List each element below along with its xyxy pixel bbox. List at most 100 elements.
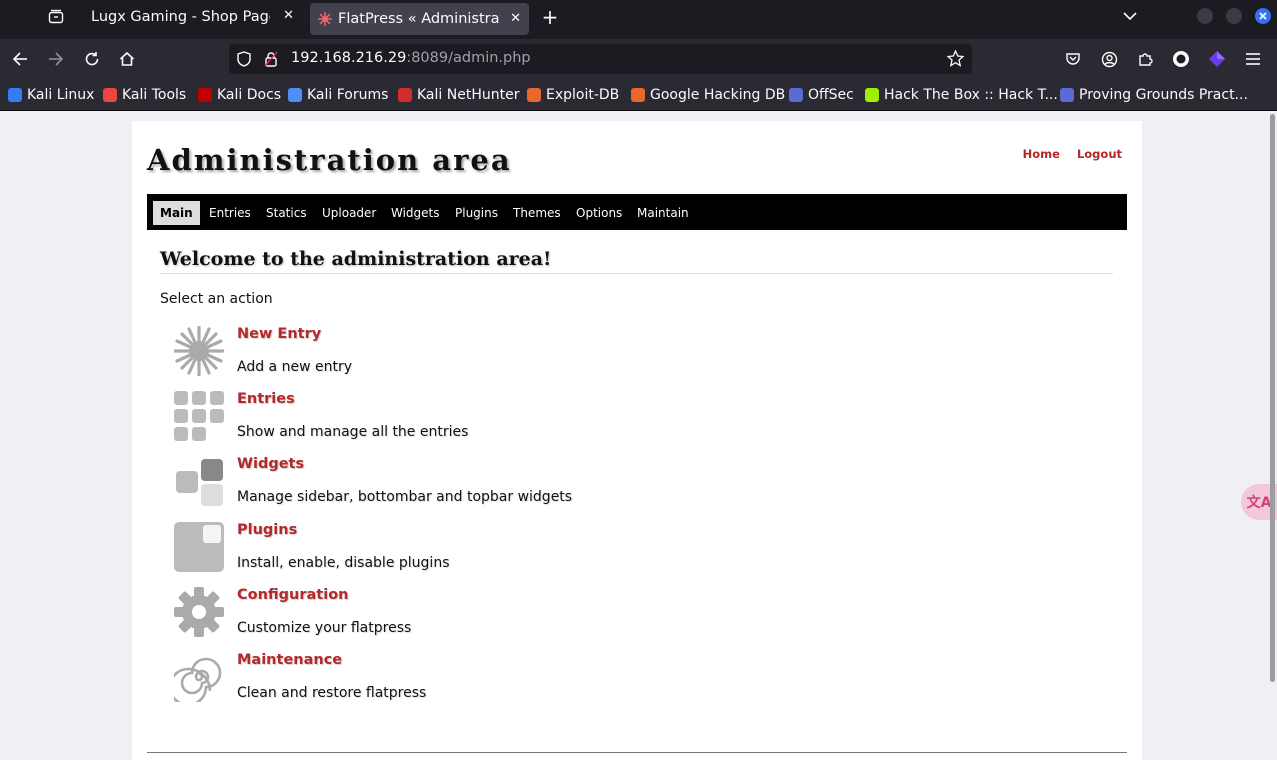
tab-lugx-gaming[interactable]: Lugx Gaming - Shop Page ✕ bbox=[80, 0, 306, 34]
page-viewport: Administration area Home Logout Main Ent… bbox=[0, 112, 1277, 760]
menu-themes[interactable]: Themes bbox=[506, 201, 568, 225]
reload-icon[interactable] bbox=[80, 47, 104, 71]
extension-circle-icon[interactable] bbox=[1169, 47, 1193, 71]
action-description: Add a new entry bbox=[237, 359, 352, 375]
menu-options[interactable]: Options bbox=[569, 201, 629, 225]
pocket-icon[interactable] bbox=[1061, 47, 1085, 71]
hackthebox-cube-icon bbox=[865, 88, 879, 102]
extensions-icon[interactable] bbox=[1133, 47, 1157, 71]
footer-divider bbox=[147, 752, 1127, 753]
top-links: Home Logout bbox=[1010, 147, 1122, 161]
bookmark-label: Proving Grounds Pract... bbox=[1079, 87, 1248, 103]
action-label[interactable]: Plugins bbox=[237, 522, 297, 538]
action-description: Customize your flatpress bbox=[237, 620, 412, 636]
tab-title: Lugx Gaming - Shop Page bbox=[91, 9, 270, 25]
proving-grounds-icon bbox=[1060, 88, 1074, 102]
action-plugins[interactable]: Plugins Install, enable, disable plugins bbox=[174, 522, 874, 582]
url-text[interactable]: 192.168.216.29:8089/admin.php bbox=[291, 50, 531, 66]
account-icon[interactable] bbox=[1097, 47, 1121, 71]
kali-docs-icon bbox=[198, 88, 212, 102]
extension-cube-icon[interactable] bbox=[1205, 47, 1229, 71]
select-action-text: Select an action bbox=[160, 291, 273, 307]
action-description: Clean and restore flatpress bbox=[237, 685, 427, 701]
exploit-db-icon bbox=[527, 88, 541, 102]
admin-panel: Administration area Home Logout Main Ent… bbox=[132, 121, 1142, 760]
bookmark-label: Kali Forums bbox=[307, 87, 389, 103]
menu-uploader[interactable]: Uploader bbox=[315, 201, 383, 225]
kali-nethunter-icon bbox=[398, 88, 412, 102]
menu-entries[interactable]: Entries bbox=[202, 201, 258, 225]
bookmark-label: Kali NetHunter bbox=[417, 87, 520, 103]
bookmark-kali-linux[interactable]: Kali Linux bbox=[8, 86, 94, 104]
grid-icon[interactable] bbox=[174, 391, 224, 441]
menu-widgets[interactable]: Widgets bbox=[384, 201, 447, 225]
url-bar[interactable]: 192.168.216.29:8089/admin.php bbox=[229, 44, 972, 74]
close-window-button[interactable] bbox=[1255, 8, 1271, 24]
insecure-lock-icon[interactable] bbox=[264, 51, 278, 71]
action-configuration[interactable]: Configuration Customize your flatpress bbox=[174, 587, 874, 647]
bookmark-exploit-db[interactable]: Exploit-DB bbox=[527, 86, 619, 104]
action-description: Manage sidebar, bottombar and topbar wid… bbox=[237, 489, 573, 505]
bookmark-kali-nethunter[interactable]: Kali NetHunter bbox=[398, 86, 519, 104]
menu-main[interactable]: Main bbox=[153, 201, 200, 225]
action-label[interactable]: Maintenance bbox=[237, 652, 342, 668]
new-tab-button[interactable]: + bbox=[535, 2, 565, 32]
bookmark-offsec[interactable]: OffSec bbox=[789, 86, 854, 104]
list-all-tabs-icon[interactable] bbox=[1115, 1, 1145, 31]
minimize-window-button[interactable] bbox=[1197, 8, 1213, 24]
star-burst-icon[interactable] bbox=[173, 325, 225, 377]
gear-icon[interactable] bbox=[174, 587, 224, 637]
ghdb-icon bbox=[631, 88, 645, 102]
maximize-window-button[interactable] bbox=[1226, 8, 1242, 24]
home-icon[interactable] bbox=[115, 47, 139, 71]
close-tab-icon[interactable]: ✕ bbox=[510, 11, 521, 26]
bookmark-label: OffSec bbox=[808, 87, 854, 103]
plugin-icon[interactable] bbox=[174, 522, 224, 572]
bookmark-kali-tools[interactable]: Kali Tools bbox=[103, 86, 186, 104]
bookmark-proving-grounds[interactable]: Proving Grounds Pract... bbox=[1060, 86, 1248, 104]
back-arrow-icon[interactable] bbox=[8, 47, 32, 71]
menu-maintain[interactable]: Maintain bbox=[630, 201, 696, 225]
bookmark-label: Kali Linux bbox=[27, 87, 95, 103]
action-label[interactable]: New Entry bbox=[237, 326, 321, 342]
home-link[interactable]: Home bbox=[1023, 147, 1060, 161]
bookmark-hack-the-box[interactable]: Hack The Box :: Hack T... bbox=[865, 86, 1058, 104]
url-host: 192.168.216.29 bbox=[291, 50, 407, 66]
bookmark-kali-docs[interactable]: Kali Docs bbox=[198, 86, 281, 104]
tab-overview-icon[interactable] bbox=[41, 2, 71, 32]
heading-divider bbox=[160, 273, 1113, 274]
shield-icon[interactable] bbox=[237, 51, 251, 71]
bookmark-kali-forums[interactable]: Kali Forums bbox=[288, 86, 388, 104]
action-new-entry[interactable]: New Entry Add a new entry bbox=[173, 325, 874, 386]
kali-forums-icon bbox=[288, 88, 302, 102]
action-description: Install, enable, disable plugins bbox=[237, 555, 450, 571]
bookmarks-toolbar: Kali Linux Kali Tools Kali Docs Kali For… bbox=[0, 79, 1277, 111]
bookmark-google-hacking-db[interactable]: Google Hacking DB bbox=[631, 86, 785, 104]
action-label[interactable]: Configuration bbox=[237, 587, 349, 603]
tab-bar: Lugx Gaming - Shop Page ✕ FlatPress « Ad… bbox=[0, 0, 1277, 39]
kali-dragon-icon bbox=[8, 88, 22, 102]
action-widgets[interactable]: Widgets Manage sidebar, bottombar and to… bbox=[174, 456, 874, 516]
bookmark-label: Google Hacking DB bbox=[650, 87, 786, 103]
menu-statics[interactable]: Statics bbox=[259, 201, 314, 225]
action-maintenance[interactable]: Maintenance Clean and restore flatpress bbox=[168, 652, 874, 712]
forward-arrow-icon[interactable] bbox=[44, 47, 68, 71]
close-tab-icon[interactable]: ✕ bbox=[283, 8, 294, 23]
tab-flatpress-admin[interactable]: FlatPress « Administration ✕ bbox=[310, 3, 529, 35]
menu-plugins[interactable]: Plugins bbox=[448, 201, 505, 225]
action-label[interactable]: Widgets bbox=[237, 456, 304, 472]
admin-menu: Main Entries Statics Uploader Widgets Pl… bbox=[147, 194, 1127, 230]
spiral-icon[interactable] bbox=[168, 652, 224, 707]
action-entries[interactable]: Entries Show and manage all the entries bbox=[174, 391, 874, 451]
navigation-toolbar: 192.168.216.29:8089/admin.php bbox=[0, 39, 1277, 79]
offsec-icon bbox=[789, 88, 803, 102]
logout-link[interactable]: Logout bbox=[1077, 147, 1122, 161]
vertical-scrollbar[interactable] bbox=[1270, 114, 1275, 682]
hamburger-menu-icon[interactable] bbox=[1241, 47, 1265, 71]
tab-title: FlatPress « Administration bbox=[338, 11, 500, 27]
bookmark-star-icon[interactable] bbox=[946, 49, 965, 71]
welcome-heading: Welcome to the administration area! bbox=[160, 248, 552, 270]
blocks-icon[interactable] bbox=[174, 456, 224, 506]
action-label[interactable]: Entries bbox=[237, 391, 295, 407]
bookmark-label: Kali Tools bbox=[122, 87, 187, 103]
